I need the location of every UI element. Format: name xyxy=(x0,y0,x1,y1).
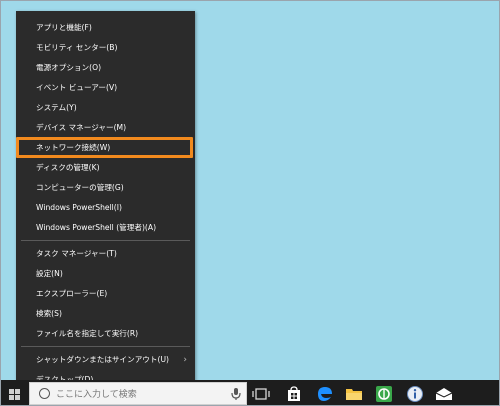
menu-item-label: Windows PowerShell(I) xyxy=(36,203,122,212)
menu-item-shutdown-signout[interactable]: シャットダウンまたはサインアウト(U) › xyxy=(16,350,195,370)
menu-separator xyxy=(21,346,190,347)
search-placeholder: ここに入力して検索 xyxy=(56,390,137,400)
menu-item-power-options[interactable]: 電源オプション(O) xyxy=(16,58,195,78)
store-icon[interactable] xyxy=(283,384,305,404)
menu-item-label: ファイル名を指定して実行(R) xyxy=(36,329,139,338)
task-view-icon[interactable] xyxy=(250,384,272,404)
mail-icon[interactable] xyxy=(433,384,455,404)
menu-item-device-manager[interactable]: デバイス マネージャー(M) xyxy=(16,118,195,138)
menu-item-powershell[interactable]: Windows PowerShell(I) xyxy=(16,198,195,218)
menu-item-label: モビリティ センター(B) xyxy=(36,43,118,52)
menu-item-label: ディスクの管理(K) xyxy=(36,163,100,172)
edge-icon[interactable] xyxy=(314,384,336,404)
menu-item-computer-management[interactable]: コンピューターの管理(G) xyxy=(16,178,195,198)
taskbar-search-box[interactable]: ここに入力して検索 xyxy=(29,382,247,405)
cortana-icon xyxy=(39,388,50,399)
menu-item-mobility-center[interactable]: モビリティ センター(B) xyxy=(16,38,195,58)
menu-item-label: タスク マネージャー(T) xyxy=(36,249,117,258)
menu-separator xyxy=(21,240,190,241)
menu-item-label: Windows PowerShell (管理者)(A) xyxy=(36,223,157,232)
menu-item-run[interactable]: ファイル名を指定して実行(R) xyxy=(16,324,195,344)
menu-item-powershell-admin[interactable]: Windows PowerShell (管理者)(A) xyxy=(16,218,195,238)
menu-item-label: 設定(N) xyxy=(36,269,63,278)
start-button[interactable] xyxy=(1,380,29,405)
menu-item-settings[interactable]: 設定(N) xyxy=(16,264,195,284)
info-icon[interactable] xyxy=(404,384,426,404)
highlight-box xyxy=(16,137,193,158)
microphone-icon[interactable] xyxy=(230,387,242,401)
winx-context-menu: アプリと機能(F) モビリティ センター(B) 電源オプション(O) イベント … xyxy=(16,11,195,393)
menu-item-label: エクスプローラー(E) xyxy=(36,289,108,298)
menu-item-label: シャットダウンまたはサインアウト(U) xyxy=(36,355,169,364)
menu-item-system[interactable]: システム(Y) xyxy=(16,98,195,118)
chevron-right-icon: › xyxy=(183,355,187,365)
menu-item-label: コンピューターの管理(G) xyxy=(36,183,124,192)
menu-item-label: システム(Y) xyxy=(36,103,77,112)
screenshot-frame: アプリと機能(F) モビリティ センター(B) 電源オプション(O) イベント … xyxy=(0,0,500,406)
menu-item-label: デバイス マネージャー(M) xyxy=(36,123,127,132)
windows-logo-icon xyxy=(9,389,20,400)
menu-item-label: アプリと機能(F) xyxy=(36,23,92,32)
menu-item-file-explorer[interactable]: エクスプローラー(E) xyxy=(16,284,195,304)
menu-item-task-manager[interactable]: タスク マネージャー(T) xyxy=(16,244,195,264)
menu-item-label: 検索(S) xyxy=(36,309,62,318)
file-explorer-icon[interactable] xyxy=(343,384,365,404)
menu-item-label: イベント ビューアー(V) xyxy=(36,83,118,92)
menu-item-disk-management[interactable]: ディスクの管理(K) xyxy=(16,158,195,178)
menu-item-label: 電源オプション(O) xyxy=(36,63,102,72)
menu-item-event-viewer[interactable]: イベント ビューアー(V) xyxy=(16,78,195,98)
menu-item-search[interactable]: 検索(S) xyxy=(16,304,195,324)
app-icon[interactable] xyxy=(373,384,395,404)
menu-item-apps-features[interactable]: アプリと機能(F) xyxy=(16,18,195,38)
